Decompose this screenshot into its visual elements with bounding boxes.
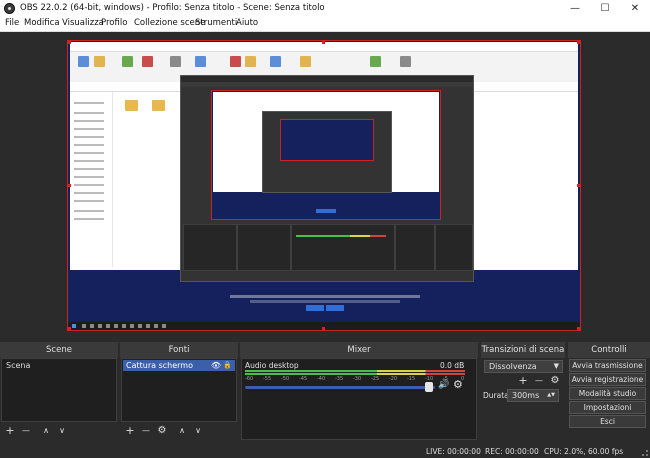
scale-tick: -30 <box>353 376 362 382</box>
window-title: OBS 22.0.2 (64-bit, windows) - Profilo: … <box>20 3 325 13</box>
remove-scene-icon[interactable]: — <box>20 423 32 439</box>
volume-slider-track[interactable] <box>245 386 435 389</box>
scenes-toolbar: + — ∧ ∨ <box>2 423 118 439</box>
resize-handle-top-left[interactable] <box>68 41 71 44</box>
move-up-scene-icon[interactable]: ∧ <box>40 423 52 439</box>
sources-dock-title: Fonti <box>120 342 238 358</box>
scale-tick: -60 <box>245 376 254 382</box>
lock-icon[interactable]: 🔒 <box>223 360 232 371</box>
scene-item[interactable]: Scena <box>3 360 115 371</box>
resize-handle-bottom-right[interactable] <box>577 327 580 330</box>
maximize-button[interactable]: ☐ <box>590 0 620 17</box>
move-down-source-icon[interactable]: ∨ <box>192 423 204 439</box>
captured-nav-pane <box>70 92 113 267</box>
scale-tick: -45 <box>299 376 308 382</box>
add-transition-icon[interactable]: + <box>517 373 529 389</box>
scale-tick: -35 <box>335 376 344 382</box>
mixer-scale: -60 -55 -50 -45 -40 -35 -30 -25 -20 -15 … <box>245 376 470 384</box>
controls-dock-title: Controlli <box>568 342 650 358</box>
mixer-track-name: Audio desktop <box>245 361 299 370</box>
exit-button[interactable]: Esci <box>569 415 646 428</box>
resize-handle-left[interactable] <box>68 184 71 187</box>
source-settings-icon[interactable]: ⚙ <box>156 423 168 439</box>
source-name: Cattura schermo <box>126 361 193 370</box>
spin-arrows-icon[interactable]: ▲▼ <box>547 390 555 401</box>
scale-tick: -15 <box>407 376 416 382</box>
remove-source-icon[interactable]: — <box>140 423 152 439</box>
status-bar: LIVE: 00:00:00 REC: 00:00:00 CPU: 2.0%, … <box>0 444 650 458</box>
scale-tick: -40 <box>317 376 326 382</box>
scale-tick: -50 <box>281 376 290 382</box>
close-button[interactable]: ✕ <box>620 0 650 17</box>
scenes-dock-title: Scene <box>0 342 118 358</box>
scale-tick: -25 <box>371 376 380 382</box>
menu-aiuto[interactable]: Aiuto <box>236 18 258 28</box>
volume-slider-knob[interactable] <box>425 382 433 392</box>
transitions-dock-title: Transizioni di scena <box>481 342 565 358</box>
add-source-icon[interactable]: + <box>124 423 136 439</box>
source-item-selected[interactable]: Cattura schermo 👁 🔒 <box>123 360 235 371</box>
start-recording-button[interactable]: Avvia registrazione <box>569 373 646 386</box>
resize-handle-bottom[interactable] <box>322 327 325 330</box>
volume-meter-right <box>245 373 465 375</box>
scale-tick: -20 <box>389 376 398 382</box>
scale-tick: -55 <box>263 376 272 382</box>
remove-transition-icon[interactable]: — <box>533 373 545 389</box>
move-up-source-icon[interactable]: ∧ <box>176 423 188 439</box>
mixer-track-level: 0.0 dB <box>440 361 465 370</box>
cpu-fps: CPU: 2.0%, 60.00 fps <box>544 447 624 456</box>
scenes-list[interactable]: Scena <box>1 358 117 422</box>
resize-handle-right[interactable] <box>577 184 580 187</box>
minimize-button[interactable]: — <box>560 0 590 17</box>
mixer-settings-icon[interactable]: ⚙ <box>453 378 463 391</box>
resize-handle-top[interactable] <box>322 41 325 44</box>
captured-cookie-banner <box>220 295 430 312</box>
transition-settings-icon[interactable]: ⚙ <box>549 373 561 389</box>
mixer-dock-title: Mixer <box>240 342 478 358</box>
duration-value: 300ms <box>512 391 540 400</box>
sources-toolbar: + — ⚙ ∧ ∨ <box>122 423 238 439</box>
duration-label: Durata <box>483 391 509 400</box>
preview-canvas[interactable] <box>67 40 581 331</box>
menu-profilo[interactable]: Profilo <box>101 18 127 28</box>
speaker-icon[interactable]: 🔊 <box>438 380 449 390</box>
title-bar: OBS 22.0.2 (64-bit, windows) - Profilo: … <box>0 0 650 17</box>
resize-handle-bottom-left[interactable] <box>68 327 71 330</box>
studio-mode-button[interactable]: Modalità studio <box>569 387 646 400</box>
move-down-scene-icon[interactable]: ∨ <box>56 423 68 439</box>
volume-meter-left <box>245 370 465 372</box>
eye-icon[interactable]: 👁 <box>211 360 221 371</box>
captured-obs-window <box>180 75 474 282</box>
start-streaming-button[interactable]: Avvia trasmissione <box>569 359 646 372</box>
sources-list[interactable]: Cattura schermo 👁 🔒 <box>121 358 237 422</box>
transition-selected-value: Dissolvenza <box>489 362 537 371</box>
add-scene-icon[interactable]: + <box>4 423 16 439</box>
live-timer: LIVE: 00:00:00 <box>426 447 481 456</box>
menu-visualizza[interactable]: Visualizza <box>62 18 104 28</box>
resize-grip-icon[interactable] <box>642 450 648 456</box>
menu-file[interactable]: File <box>5 18 19 28</box>
obs-logo-icon <box>4 3 15 14</box>
transition-select[interactable]: Dissolvenza ▼ <box>484 360 563 373</box>
preview-area <box>0 32 650 337</box>
resize-handle-top-right[interactable] <box>577 41 580 44</box>
rec-timer: REC: 00:00:00 <box>485 447 539 456</box>
chevron-down-icon: ▼ <box>553 362 559 370</box>
menu-modifica[interactable]: Modifica <box>24 18 60 28</box>
duration-spinbox[interactable]: 300ms ▲▼ <box>507 389 559 402</box>
settings-button[interactable]: Impostazioni <box>569 401 646 414</box>
menu-strumenti[interactable]: Strumenti <box>195 18 237 28</box>
menu-bar: File Modifica Visualizza Profilo Collezi… <box>0 17 650 32</box>
